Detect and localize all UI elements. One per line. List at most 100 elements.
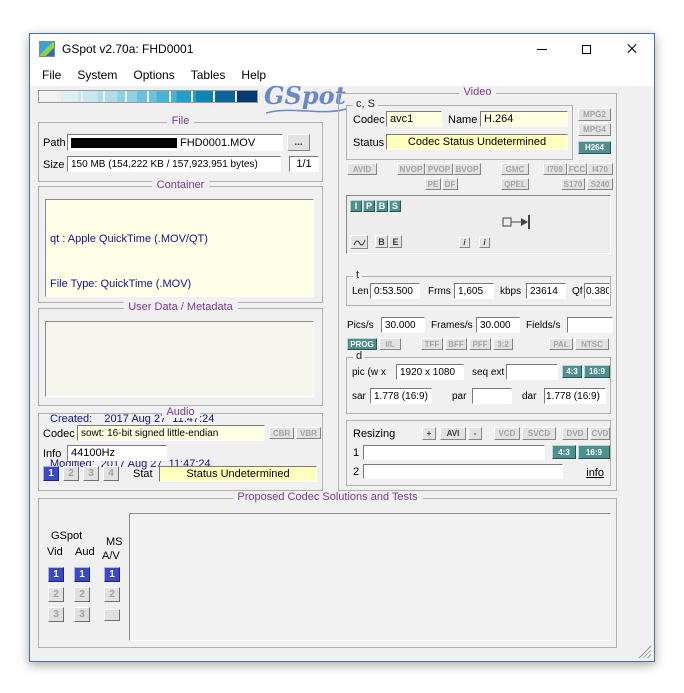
flag-s240[interactable]: S240 bbox=[587, 178, 613, 190]
resize-43-button[interactable]: 4:3 bbox=[552, 445, 576, 459]
flag-fcc[interactable]: FCC bbox=[567, 163, 587, 175]
audio-stream-1-button[interactable]: 1 bbox=[43, 466, 59, 481]
container-group: Container qt : Apple QuickTime (.MOV/QT)… bbox=[38, 186, 323, 303]
frms-field[interactable]: 1,605 bbox=[454, 283, 494, 299]
size-field[interactable]: 150 MB (154,222 KB / 157,923,951 bytes) bbox=[67, 156, 281, 172]
video-codec-field[interactable]: avc1 bbox=[386, 111, 442, 127]
resize-minus-button[interactable]: - bbox=[468, 427, 482, 440]
gop-s-button[interactable]: S bbox=[389, 200, 401, 212]
menu-system[interactable]: System bbox=[69, 65, 125, 85]
resize-169-button[interactable]: 16:9 bbox=[578, 445, 610, 459]
minimize-button[interactable] bbox=[519, 34, 564, 64]
solution-aud-2-button[interactable]: 2 bbox=[74, 587, 90, 602]
flag-i470[interactable]: I470 bbox=[587, 163, 613, 175]
qf-field[interactable]: 0.380 bbox=[584, 283, 610, 299]
solution-ms-2-button[interactable]: 2 bbox=[104, 587, 120, 602]
flag-avid[interactable]: AVID bbox=[347, 163, 377, 175]
flag-s170[interactable]: S170 bbox=[561, 178, 585, 190]
resize-avi-button[interactable]: AVI bbox=[440, 427, 466, 440]
pff-button[interactable]: PFF bbox=[469, 338, 491, 350]
info-link[interactable]: info bbox=[586, 467, 604, 479]
flag-qpel[interactable]: QPEL bbox=[501, 178, 529, 190]
gop-p-button[interactable]: P bbox=[363, 200, 375, 212]
mpg2-button[interactable]: MPG2 bbox=[578, 108, 611, 121]
resize-grip-icon[interactable] bbox=[637, 644, 651, 658]
gop-b-button[interactable]: B bbox=[376, 200, 388, 212]
gop-info-1-button[interactable]: i bbox=[459, 237, 470, 248]
video-status-field[interactable]: Codec Status Undetermined bbox=[386, 134, 568, 150]
frames-field[interactable]: 30.000 bbox=[476, 317, 520, 333]
solution-ms-1-button[interactable]: 1 bbox=[104, 567, 120, 582]
timing-subgroup: t Len 0:53.500 Frms 1,605 kbps 23614 Qf … bbox=[346, 276, 611, 306]
flag-i709[interactable]: I709 bbox=[543, 163, 567, 175]
solution-ms-3-button[interactable] bbox=[104, 609, 120, 621]
flag-bvop[interactable]: BVOP bbox=[453, 163, 481, 175]
solution-vid-3-button[interactable]: 3 bbox=[48, 607, 64, 622]
gop-e-button[interactable]: E bbox=[389, 235, 402, 248]
par-field[interactable] bbox=[472, 388, 512, 404]
gop-b2-button[interactable]: B bbox=[375, 235, 388, 248]
audio-stream-2-button[interactable]: 2 bbox=[63, 466, 79, 481]
browse-button[interactable]: ... bbox=[287, 134, 310, 151]
audio-info-field[interactable]: 44100Hz bbox=[67, 445, 167, 461]
cvd-button[interactable]: CVD bbox=[590, 427, 610, 440]
h264-button[interactable]: H264 bbox=[578, 141, 611, 154]
pic-field[interactable]: 1920 x 1080 bbox=[396, 364, 464, 380]
audio-stream-3-button[interactable]: 3 bbox=[83, 466, 99, 481]
seq-ext-field[interactable] bbox=[506, 364, 558, 380]
gspot-column-label: GSpot bbox=[51, 530, 82, 542]
dvd-button[interactable]: DVD bbox=[562, 427, 588, 440]
file-count-field[interactable]: 1/1 bbox=[289, 156, 319, 172]
svcd-button[interactable]: SVCD bbox=[522, 427, 556, 440]
maximize-button[interactable] bbox=[564, 34, 609, 64]
ar-43-button[interactable]: 4:3 bbox=[562, 365, 582, 378]
flag-gmc[interactable]: GMC bbox=[501, 163, 529, 175]
gop-i-button[interactable]: I bbox=[350, 200, 362, 212]
cbr-button[interactable]: CBR bbox=[269, 427, 294, 439]
audio-status-field[interactable]: Status Undetermined bbox=[159, 466, 317, 482]
resize-row2-field[interactable] bbox=[363, 464, 563, 479]
ntsc-button[interactable]: NTSC bbox=[575, 338, 609, 350]
mpg4-button[interactable]: MPG4 bbox=[578, 123, 611, 136]
menu-options[interactable]: Options bbox=[125, 65, 182, 85]
frms-label: Frms bbox=[428, 286, 451, 297]
prog-button[interactable]: PROG bbox=[347, 338, 377, 350]
audio-stream-4-button[interactable]: 4 bbox=[103, 466, 119, 481]
resize-plus-button[interactable]: + bbox=[422, 427, 436, 440]
flag-nvop[interactable]: NVOP bbox=[397, 163, 425, 175]
path-field[interactable]: FHD0001.MOV bbox=[67, 134, 283, 151]
sar-field[interactable]: 1.778 (16:9) bbox=[370, 388, 432, 404]
solutions-output-panel[interactable] bbox=[129, 513, 611, 641]
metadata-box[interactable] bbox=[45, 321, 314, 397]
scribble-button[interactable] bbox=[350, 235, 368, 249]
pal-button[interactable]: PAL bbox=[549, 338, 573, 350]
kbps-field[interactable]: 23614 bbox=[526, 283, 566, 299]
flag-pe[interactable]: PE bbox=[425, 178, 441, 190]
solution-aud-1-button[interactable]: 1 bbox=[74, 567, 90, 582]
dar-field[interactable]: 1.778 (16:9) bbox=[544, 388, 606, 404]
menu-file[interactable]: File bbox=[34, 65, 69, 85]
flag-df[interactable]: DF bbox=[442, 178, 458, 190]
solution-vid-1-button[interactable]: 1 bbox=[48, 567, 64, 582]
ar-169-button[interactable]: 16:9 bbox=[584, 365, 610, 378]
vcd-button[interactable]: VCD bbox=[494, 427, 520, 440]
audio-codec-field[interactable]: sowt: 16-bit signed little-endian bbox=[77, 425, 265, 441]
gspot-app-icon[interactable] bbox=[39, 41, 55, 57]
flag-pvop[interactable]: PVOP bbox=[425, 163, 453, 175]
fields-field[interactable] bbox=[567, 317, 613, 333]
len-field[interactable]: 0:53.500 bbox=[370, 283, 420, 299]
resize-row1-field[interactable] bbox=[363, 445, 545, 460]
solution-vid-2-button[interactable]: 2 bbox=[48, 587, 64, 602]
pics-field[interactable]: 30.000 bbox=[381, 317, 425, 333]
solution-aud-3-button[interactable]: 3 bbox=[74, 607, 90, 622]
video-name-field[interactable]: H.264 bbox=[480, 111, 568, 127]
gop-info-2-button[interactable]: i bbox=[479, 237, 490, 248]
pulldown-button[interactable]: 3:2 bbox=[493, 338, 513, 350]
container-info-box[interactable]: qt : Apple QuickTime (.MOV/QT) File Type… bbox=[45, 199, 314, 297]
menu-tables[interactable]: Tables bbox=[183, 65, 234, 85]
vbr-button[interactable]: VBR bbox=[296, 427, 321, 439]
il-button[interactable]: I/L bbox=[379, 338, 401, 350]
bff-button[interactable]: BFF bbox=[445, 338, 467, 350]
tff-button[interactable]: TFF bbox=[421, 338, 443, 350]
close-button[interactable] bbox=[609, 34, 654, 64]
